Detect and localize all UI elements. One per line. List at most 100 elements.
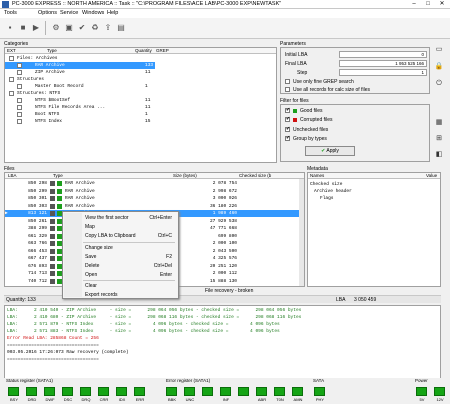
category-checkbox[interactable] [17,98,22,103]
files-scrollbar[interactable] [299,179,304,286]
category-row[interactable]: NTFS $BootSef 11 [5,97,276,104]
filter-panel: ✔ Good files ✔ Corrupted files ✔ Uncheck… [280,104,430,162]
good-file-icon [57,203,62,209]
grep-search-label: Use only fine GREP search [293,79,354,85]
header-ext[interactable]: EXT [7,48,16,53]
context-menu-item[interactable]: Save [85,254,96,260]
initial-lba-input[interactable]: 0 [339,51,427,58]
file-type: RAR Archive [65,203,95,209]
menu-options[interactable]: Options [38,10,57,16]
task-icon[interactable]: ▪ [4,22,16,34]
category-checkbox[interactable] [17,119,22,124]
status-led [238,387,249,396]
tool-icon[interactable]: ⚙ [50,22,62,34]
context-menu-item[interactable]: Clear [85,283,97,289]
context-menu-item[interactable]: Delete [85,263,99,269]
category-checkbox[interactable] [9,91,14,96]
header-checked-size[interactable]: Checked size (b [239,173,271,178]
metadata-item[interactable]: Flags [320,196,334,201]
header-size[interactable]: Size (bytes) [173,173,197,178]
chart-icon[interactable]: ▤ [115,22,127,34]
category-checkbox[interactable] [9,56,14,61]
header-type[interactable]: Type [47,48,57,53]
metadata-item[interactable]: Archive header [314,189,352,194]
log-line: LBA: 2 571 879 - NTFS Index - size = 4 0… [7,322,280,327]
file-row[interactable]: 850 298 RAR Archive 2 078 754 [5,180,299,187]
context-menu-item[interactable]: Open [85,272,97,278]
category-row[interactable]: NTFS File Records Area ... 11 [5,104,276,111]
checkmark-icon[interactable]: ✔ [76,22,88,34]
recycle-icon[interactable]: ♻ [89,22,101,34]
file-lba: 714 713 [28,271,47,276]
menu-separator [83,242,175,243]
category-row[interactable]: Files: Archives [5,55,276,62]
category-row[interactable]: Boot NTFS 1 [5,111,276,118]
context-menu-item[interactable]: Copy LBA to Clipboard [85,233,136,239]
context-menu-item[interactable]: Export records [85,292,118,298]
status-led [416,387,427,396]
category-label: Master Boot Record [35,84,84,89]
quantity-label: Quantity: 133 [6,297,36,303]
category-checkbox[interactable] [17,70,22,75]
export-icon[interactable]: ⇪ [102,22,114,34]
file-row[interactable]: 850 301 RAR Archive 3 000 026 [5,195,299,202]
header-quantity[interactable]: Quantity [135,48,152,53]
all-sizes-checkbox[interactable] [285,87,290,92]
grep-search-checkbox[interactable] [285,79,290,84]
file-size: 47 771 668 [209,226,237,231]
app-icon [2,1,9,8]
menu-windows[interactable]: Windows [82,10,104,16]
step-input[interactable]: 1 [339,69,427,76]
category-checkbox[interactable] [17,63,22,68]
lock-icon[interactable]: 🔒 [434,62,444,72]
close-button[interactable]: ✕ [435,0,449,8]
file-row[interactable]: 850 299 RAR Archive 2 998 672 [5,188,299,195]
maximize-button[interactable]: □ [421,0,435,8]
save-icon[interactable]: ▣ [63,22,75,34]
header-grep[interactable]: GREP [156,48,169,53]
menu-tools[interactable]: Tools [4,10,17,16]
minimize-button[interactable]: – [407,0,421,8]
category-row[interactable]: RAR Archive 133 [5,62,155,69]
header-names[interactable]: Names [310,173,324,178]
file-row[interactable]: 850 303 RAR Archive 36 180 226 [5,203,299,210]
stop-icon[interactable]: ■ [17,22,29,34]
file-size: 2 998 672 [212,188,237,194]
category-checkbox[interactable] [9,77,14,82]
status-register-label: Status register (SATA1) [6,378,53,383]
archive-icon [50,218,55,224]
apply-button[interactable]: ✔ Apply [305,146,355,156]
header-lba[interactable]: LBA [8,173,17,178]
unchecked-files-checkbox[interactable]: ✔ [285,126,290,132]
tree-icon[interactable]: ⊞ [434,134,444,144]
file-lba: 666 453 [28,248,47,254]
power-icon[interactable]: ⏻ [434,80,444,90]
terminal-icon[interactable]: ▦ [434,118,444,128]
header-file-type[interactable]: Type [53,173,63,178]
context-menu-item[interactable]: Map [85,224,95,230]
file-size: 2 000 100 [212,241,237,246]
menu-service[interactable]: Service [60,10,78,16]
category-checkbox[interactable] [17,84,22,89]
category-quantity: 11 [145,98,151,103]
category-row[interactable]: Master Boot Record 1 [5,83,276,90]
context-menu-item[interactable]: Change size [85,245,113,251]
category-row[interactable]: Structures: NTFS [5,90,276,97]
header-value[interactable]: Value [426,173,437,178]
category-row[interactable]: NTFS Index 15 [5,118,276,125]
final-lba-input[interactable]: 1 953 525 166 [339,60,427,67]
category-row[interactable]: ZIP Archive 11 [5,69,276,76]
group-types-checkbox[interactable]: ✔ [285,135,290,141]
category-checkbox[interactable] [17,105,22,110]
menu-help[interactable]: Help [107,10,118,16]
chip-icon[interactable]: ◧ [434,150,444,160]
play-icon[interactable]: ▶ [30,22,42,34]
good-files-checkbox[interactable]: ✔ [285,107,290,113]
file-size: 3 000 026 [212,196,237,201]
context-menu-item[interactable]: View the first sector [85,215,129,221]
corrupted-files-checkbox[interactable]: ✔ [285,116,290,122]
metadata-item[interactable]: Checked size [310,182,342,187]
category-row[interactable]: Structures [5,76,276,83]
hdd-icon[interactable]: ▭ [434,45,444,55]
category-checkbox[interactable] [17,112,22,117]
